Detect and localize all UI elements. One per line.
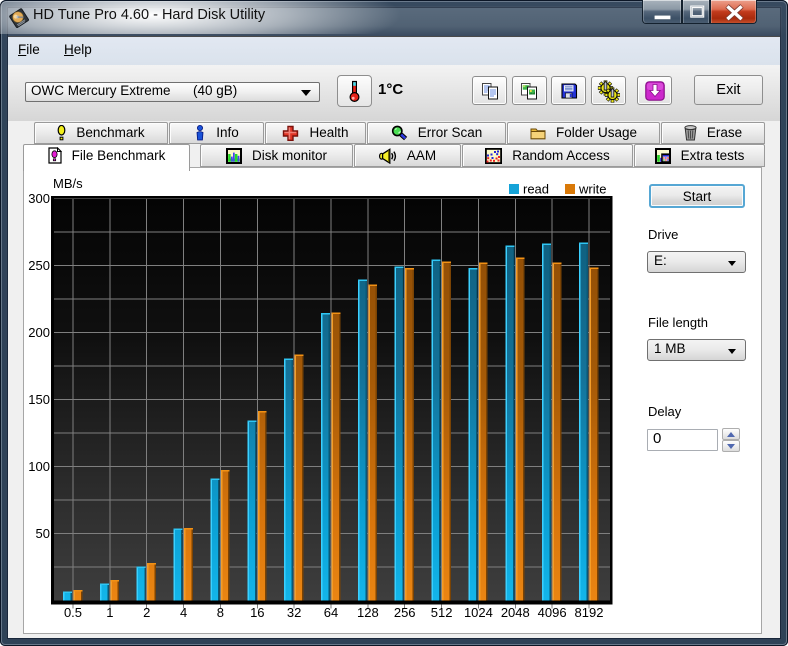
svg-text:50: 50 <box>36 526 50 541</box>
svg-text:2048: 2048 <box>501 605 530 620</box>
svg-text:2: 2 <box>143 605 150 620</box>
svg-text:512: 512 <box>431 605 453 620</box>
svg-text:1024: 1024 <box>464 605 493 620</box>
svg-text:8192: 8192 <box>575 605 604 620</box>
svg-text:256: 256 <box>394 605 416 620</box>
svg-text:64: 64 <box>324 605 338 620</box>
svg-text:1: 1 <box>106 605 113 620</box>
svg-text:300: 300 <box>28 191 50 206</box>
svg-text:150: 150 <box>28 392 50 407</box>
svg-text:8: 8 <box>217 605 224 620</box>
svg-text:128: 128 <box>357 605 379 620</box>
svg-text:200: 200 <box>28 325 50 340</box>
svg-text:read: read <box>523 182 549 197</box>
svg-text:4096: 4096 <box>538 605 567 620</box>
svg-text:write: write <box>578 182 606 197</box>
svg-text:32: 32 <box>287 605 301 620</box>
svg-text:100: 100 <box>28 459 50 474</box>
svg-text:250: 250 <box>28 258 50 273</box>
svg-text:MB/s: MB/s <box>53 176 83 191</box>
svg-text:16: 16 <box>250 605 264 620</box>
svg-text:4: 4 <box>180 605 187 620</box>
svg-text:0.5: 0.5 <box>64 605 82 620</box>
